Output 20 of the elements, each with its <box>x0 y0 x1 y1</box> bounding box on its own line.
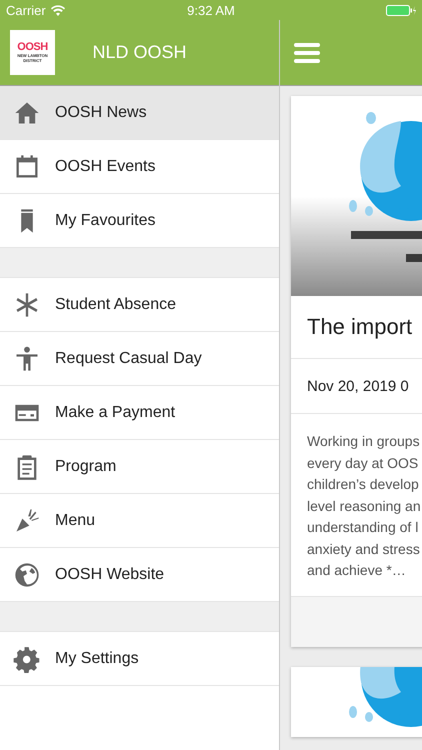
menu-icon[interactable] <box>294 42 320 64</box>
excerpt-line: children’s develop <box>307 475 420 494</box>
menu-item[interactable]: OOSH News <box>0 86 279 140</box>
excerpt-line: understanding of l <box>307 518 420 537</box>
excerpt-line: every day at OOS <box>307 454 420 473</box>
globe-icon <box>13 560 41 588</box>
excerpt-line: Working in groups <box>307 432 421 451</box>
excerpt-line: and achieve *… <box>307 561 407 580</box>
status-time: 9:32 AM <box>187 2 235 18</box>
news-card[interactable]: The import Nov 20, 2019 0 Working in groups every day at OOS children’s develop level reasoning an understanding of l anxiety and stress and achieve *… <box>291 96 422 646</box>
wifi-icon <box>50 4 65 16</box>
logo-wordmark: OOSH <box>17 42 48 53</box>
excerpt-line: anxiety and stress <box>307 540 421 559</box>
settings-icon <box>13 644 41 672</box>
article-title: The import <box>291 296 422 359</box>
battery-icon <box>386 4 416 16</box>
carrier-name: Carrier <box>6 2 46 18</box>
app-title: NLD OOSH <box>91 42 188 63</box>
article-date: Nov 20, 2019 0 <box>291 359 422 414</box>
excerpt-line: level reasoning an <box>307 496 422 516</box>
